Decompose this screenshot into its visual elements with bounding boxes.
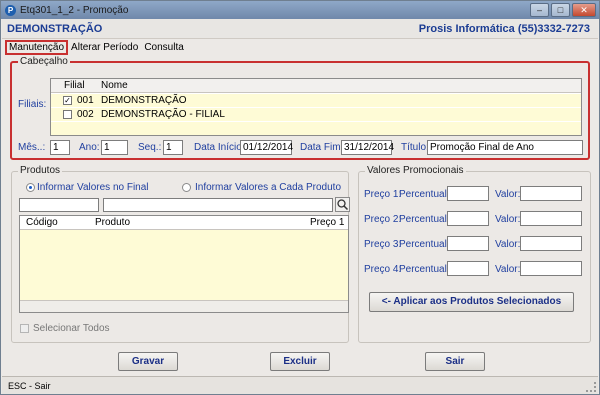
valores-promocionais-group: Valores Promocionais Preço 1: Percentual… (358, 165, 591, 343)
maximize-button[interactable]: □ (551, 3, 570, 17)
resize-grip-icon[interactable] (586, 382, 596, 392)
preco4-percentual-input[interactable] (447, 261, 489, 276)
horizontal-scrollbar[interactable] (20, 300, 348, 312)
filial-name: DEMONSTRAÇÃO (101, 95, 187, 106)
filiais-label: Filiais: (18, 99, 47, 110)
preco4-valor-label: Valor: (495, 264, 521, 275)
menu-alterar-periodo[interactable]: Alterar Período (68, 41, 141, 54)
app-icon: P (5, 4, 16, 16)
preco3-valor-label: Valor: (495, 239, 521, 250)
vendor-info: Prosis Informática (55)3332-7273 (418, 23, 590, 35)
preco2-valor-input[interactable] (520, 211, 582, 226)
select-all-label[interactable]: Selecionar Todos (33, 323, 110, 334)
data-fim-label: Data Fim: (300, 142, 344, 153)
valores-legend: Valores Promocionais (365, 165, 466, 176)
menu-manutencao[interactable]: Manutenção (5, 39, 69, 55)
filiais-grid-header: Filial Nome (51, 79, 581, 93)
produtos-group: Produtos Informar Valores no Final Infor… (11, 165, 350, 343)
menu-bar: Manutenção Alterar Período Consulta (5, 39, 187, 55)
preco2-percentual-label: Percentual: (399, 214, 450, 225)
preco4-valor-input[interactable] (520, 261, 582, 276)
titulo-input[interactable]: Promoção Final de Ano (427, 140, 583, 155)
minimize-button[interactable]: – (530, 3, 549, 17)
codigo-search-input[interactable] (19, 198, 99, 212)
apply-to-selected-button[interactable]: <- Aplicar aos Produtos Selecionados (369, 292, 574, 312)
column-filial: Filial (64, 80, 85, 91)
magnifier-icon[interactable] (335, 197, 350, 212)
preco1-valor-label: Valor: (495, 189, 521, 200)
preco2-valor-label: Valor: (495, 214, 521, 225)
data-fim-input[interactable]: 31/12/2014 (341, 140, 394, 155)
cabecalho-group: Cabeçalho Filiais: Filial Nome ✓ 001 DEM… (10, 56, 590, 160)
column-preco1: Preço 1 (310, 217, 345, 228)
radio-valores-cada-produto[interactable] (182, 183, 191, 192)
status-text: ESC - Sair (8, 381, 51, 391)
preco3-percentual-label: Percentual: (399, 239, 450, 250)
preco4-label: Preço 4: (364, 264, 402, 275)
excluir-button[interactable]: Excluir (270, 352, 330, 371)
filial-name: DEMONSTRAÇÃO - FILIAL (101, 109, 225, 120)
data-inicio-label: Data Início: (194, 142, 245, 153)
preco1-percentual-label: Percentual: (399, 189, 450, 200)
company-name: DEMONSTRAÇÃO (7, 23, 103, 35)
window-title: Etq301_1_2 - Promoção (20, 4, 129, 16)
column-nome: Nome (101, 80, 128, 91)
seq-input[interactable]: 1 (163, 140, 183, 155)
ano-input[interactable]: 1 (101, 140, 128, 155)
preco2-label: Preço 2: (364, 214, 402, 225)
column-produto: Produto (95, 217, 131, 228)
titulo-label: Título: (401, 142, 429, 153)
cabecalho-legend: Cabeçalho (18, 56, 70, 67)
preco1-percentual-input[interactable] (447, 186, 489, 201)
filial-code: 002 (77, 109, 94, 120)
column-codigo: Código (26, 217, 58, 228)
filial-row-empty (51, 122, 581, 135)
radio-valores-cada-produto-label[interactable]: Informar Valores a Cada Produto (195, 182, 341, 193)
ano-label: Ano: (79, 142, 100, 153)
filial-code: 001 (77, 95, 94, 106)
mes-label: Mês..: (18, 142, 46, 153)
main-window: P Etq301_1_2 - Promoção – □ ✕ DEMONSTRAÇ… (0, 0, 600, 395)
preco4-percentual-label: Percentual: (399, 264, 450, 275)
preco3-label: Preço 3: (364, 239, 402, 250)
select-all-checkbox[interactable] (20, 324, 29, 333)
radio-valores-final-label[interactable]: Informar Valores no Final (37, 182, 149, 193)
filial-checkbox[interactable] (63, 110, 72, 119)
produto-search-input[interactable] (103, 198, 333, 212)
preco1-valor-input[interactable] (520, 186, 582, 201)
header-bar: DEMONSTRAÇÃO Prosis Informática (55)3332… (2, 19, 598, 39)
radio-valores-final[interactable] (26, 183, 35, 192)
produtos-legend: Produtos (18, 165, 63, 176)
status-bar: ESC - Sair (2, 376, 598, 394)
menu-consulta[interactable]: Consulta (141, 41, 186, 54)
preco1-label: Preço 1: (364, 189, 402, 200)
produtos-table-header: Código Produto Preço 1 (20, 216, 348, 230)
preco2-percentual-input[interactable] (447, 211, 489, 226)
window-controls: – □ ✕ (530, 3, 596, 17)
sair-button[interactable]: Sair (425, 352, 485, 371)
seq-label: Seq.: (138, 142, 162, 153)
mes-input[interactable]: 1 (50, 140, 70, 155)
filial-row-2[interactable]: 002 DEMONSTRAÇÃO - FILIAL (51, 108, 581, 121)
gravar-button[interactable]: Gravar (118, 352, 178, 371)
data-inicio-input[interactable]: 01/12/2014 (240, 140, 293, 155)
produtos-table[interactable]: Código Produto Preço 1 (19, 215, 349, 313)
preco3-valor-input[interactable] (520, 236, 582, 251)
filial-checkbox-checked[interactable]: ✓ (63, 96, 72, 105)
close-button[interactable]: ✕ (572, 3, 596, 17)
filiais-grid[interactable]: Filial Nome ✓ 001 DEMONSTRAÇÃO 002 DEMON… (50, 78, 582, 136)
preco3-percentual-input[interactable] (447, 236, 489, 251)
title-bar[interactable]: P Etq301_1_2 - Promoção – □ ✕ (1, 1, 599, 19)
filial-row-1[interactable]: ✓ 001 DEMONSTRAÇÃO (51, 94, 581, 107)
